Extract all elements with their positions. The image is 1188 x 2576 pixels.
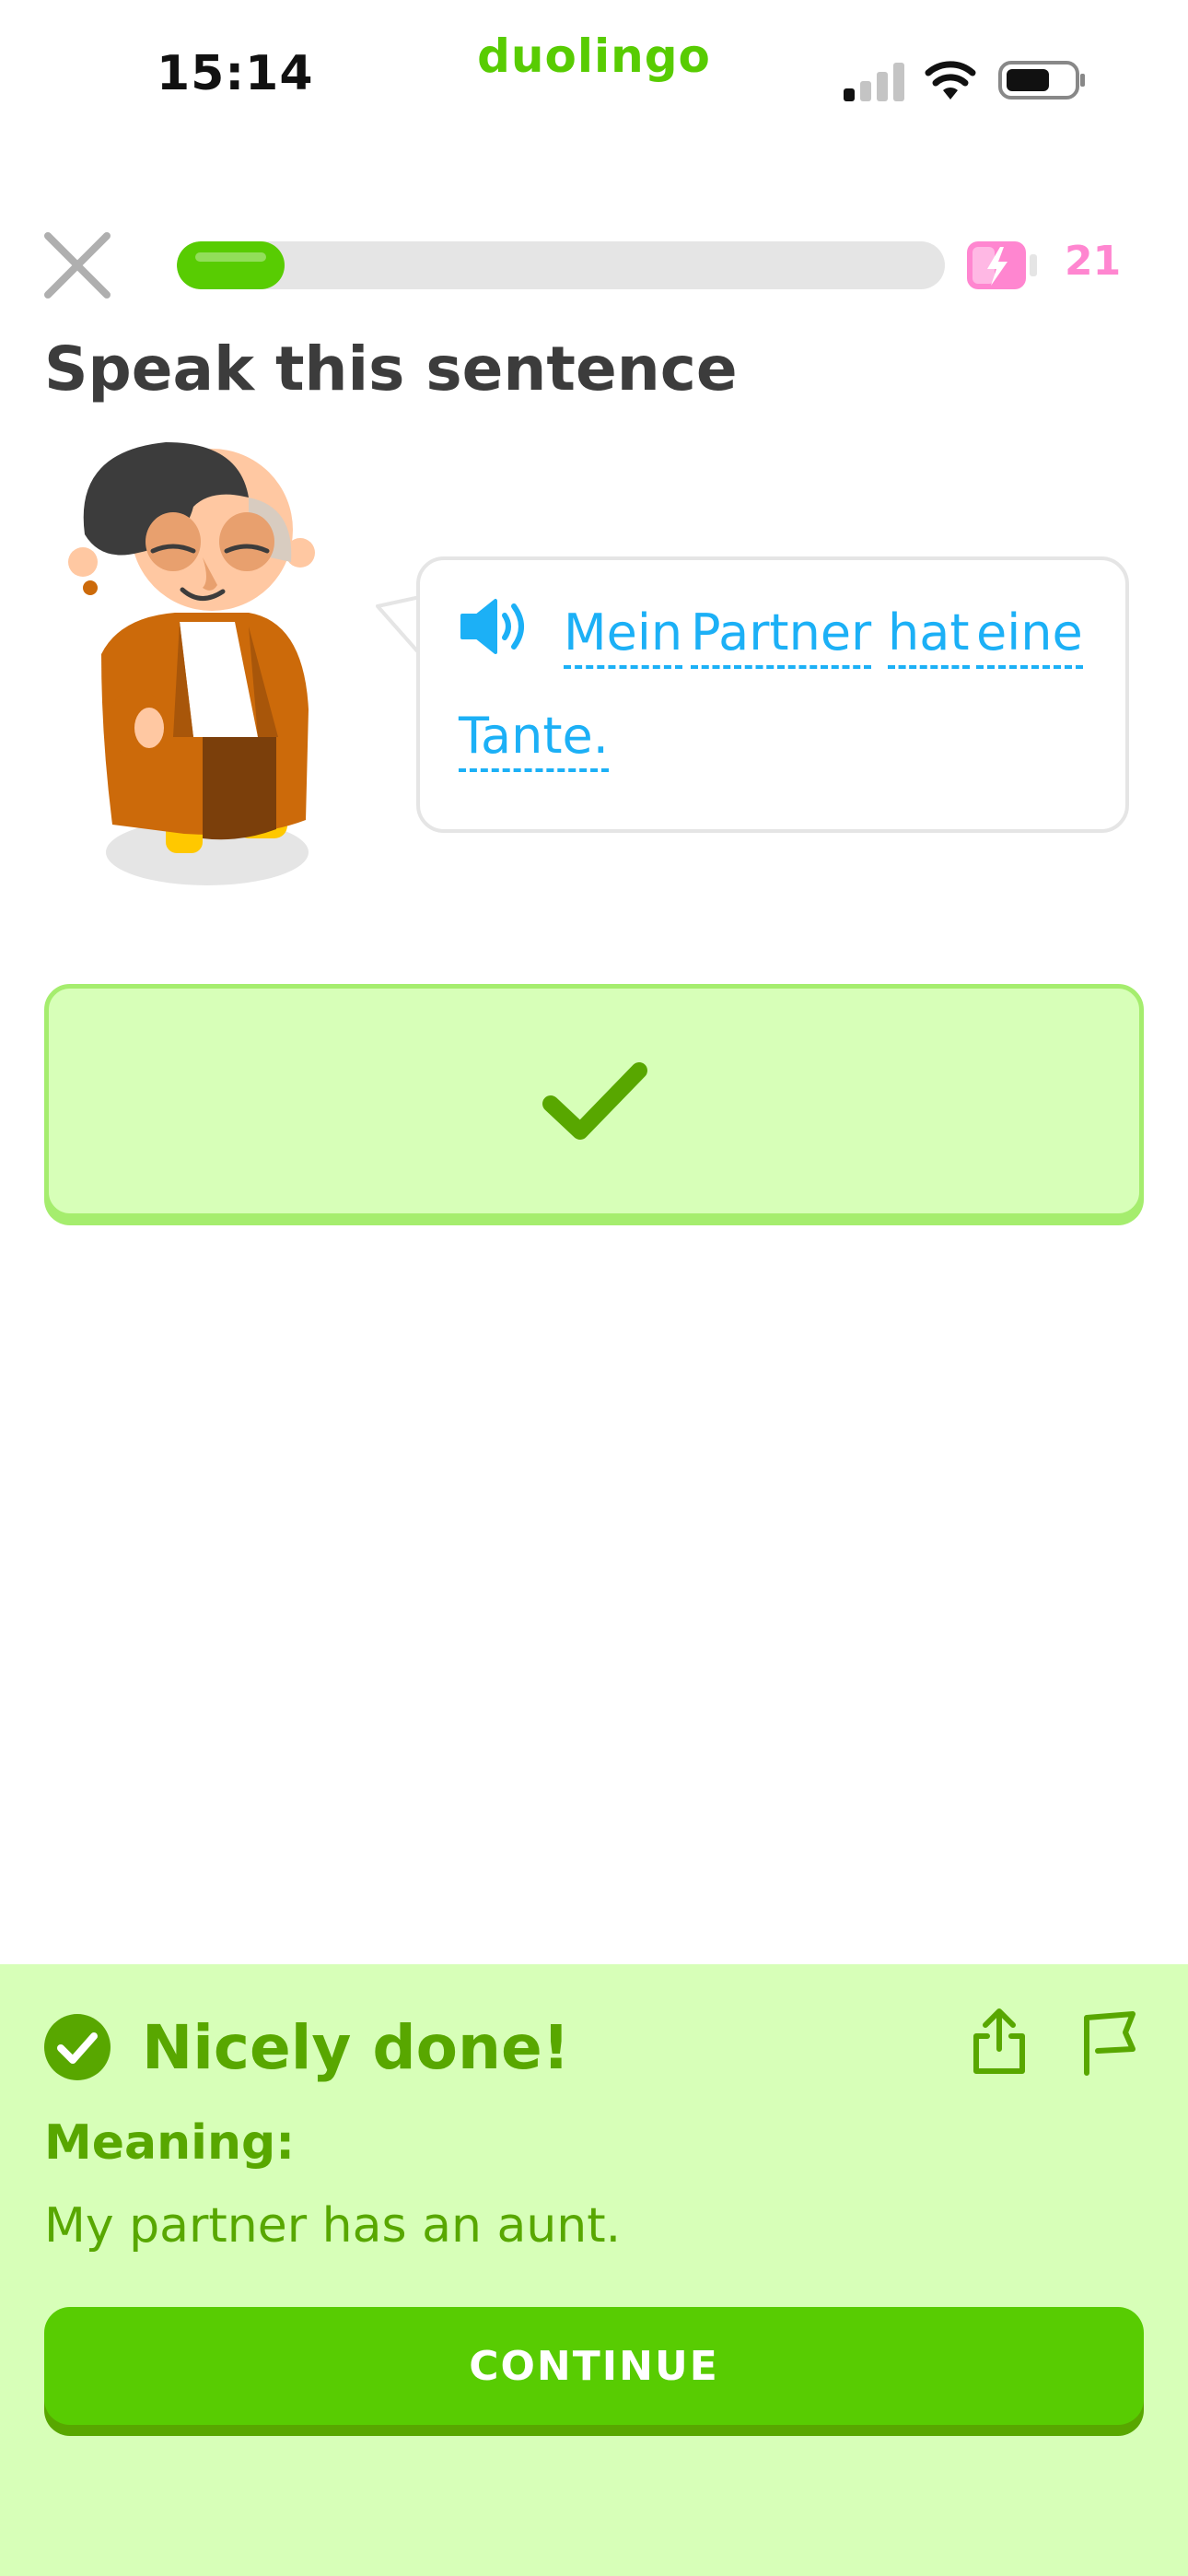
speaker-icon[interactable] [459,597,532,656]
lesson-progress-fill [177,241,285,289]
feedback-title: Nicely done! [142,2012,570,2083]
battery-icon [998,61,1085,100]
flag-icon[interactable] [1079,2008,1144,2077]
sentence-word[interactable]: Mein [564,603,683,670]
check-circle-icon [44,2014,111,2080]
energy-icon [967,241,1037,289]
progress-shine [195,252,266,262]
sentence-word[interactable]: eine [976,603,1083,670]
meaning-text: My partner has an aunt. [44,2198,622,2254]
sentence-word[interactable]: hat [888,603,970,670]
sentence-word[interactable]: Tante. [459,707,609,773]
energy-count: 21 [1065,238,1122,285]
lesson-progress-bar [177,241,945,289]
meaning-label: Meaning: [44,2115,295,2171]
check-icon [542,1062,647,1140]
challenge-title: Speak this sentence [44,334,738,404]
character-illustration [68,442,315,885]
wifi-icon [925,61,976,100]
share-icon[interactable] [969,2007,1030,2077]
continue-button[interactable]: CONTINUE [44,2307,1144,2425]
sentence-word[interactable]: Partner [691,603,872,670]
close-icon[interactable] [42,230,112,300]
signal-icon [844,63,904,101]
